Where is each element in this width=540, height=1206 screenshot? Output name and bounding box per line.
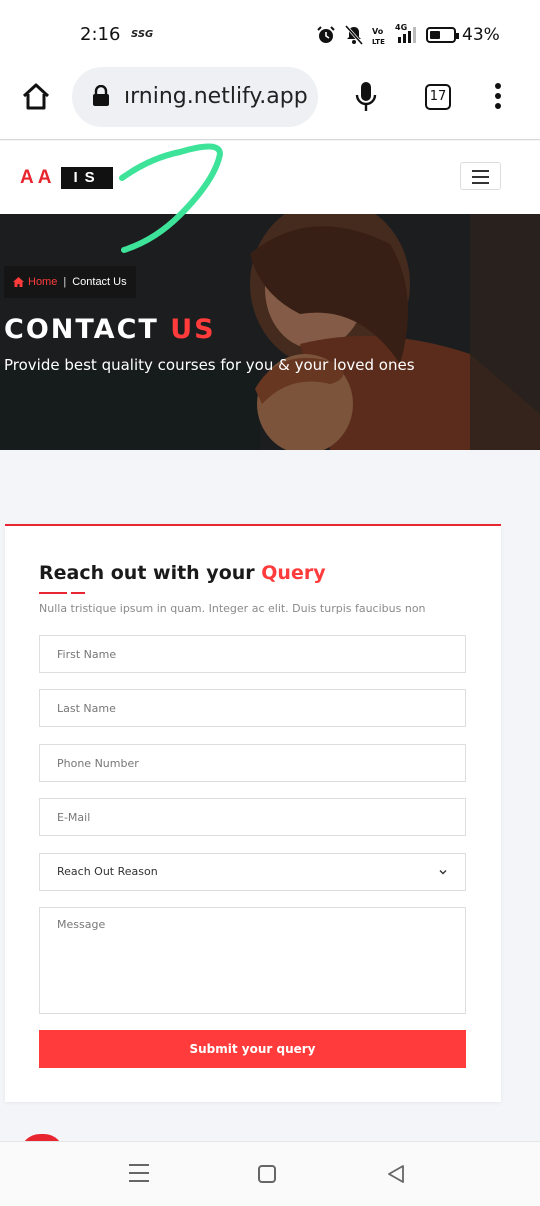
site-logo[interactable]: AA IS: [20, 167, 114, 189]
status-bar: 2:16 SSG Vo LTE 4G 43%: [0, 0, 540, 66]
carrier-tag: SSG: [131, 29, 154, 40]
phone-input[interactable]: [57, 745, 448, 781]
message-textarea[interactable]: Message: [39, 907, 466, 1014]
last-name-field[interactable]: [39, 689, 466, 727]
url-text: ırning.netlify.app: [124, 84, 308, 109]
breadcrumb-current: Contact Us: [72, 276, 127, 288]
breadcrumb-separator: |: [63, 276, 67, 288]
breadcrumb-home-label: Home: [28, 276, 58, 288]
microphone-icon[interactable]: [354, 81, 378, 113]
battery-icon: [426, 27, 459, 43]
recents-icon[interactable]: [129, 1164, 149, 1184]
status-icons: Vo LTE 4G: [316, 23, 459, 46]
page-subtitle: Provide best quality courses for you & y…: [4, 356, 415, 374]
logo-is: IS: [61, 167, 114, 189]
back-icon[interactable]: [386, 1164, 406, 1184]
page-title-main: CONTACT: [4, 314, 159, 345]
svg-text:LTE: LTE: [372, 38, 385, 45]
breadcrumb: Home | Contact Us: [4, 266, 136, 298]
signal-icon: 4G: [395, 23, 417, 45]
browser-toolbar: ırning.netlify.app 17: [0, 66, 540, 140]
system-nav-bar: [0, 1141, 540, 1206]
home-icon[interactable]: [20, 81, 52, 113]
logo-aa: AA: [20, 167, 56, 188]
email-input[interactable]: [57, 799, 448, 835]
message-placeholder: Message: [57, 918, 106, 931]
address-bar[interactable]: ırning.netlify.app: [72, 67, 318, 127]
first-name-input[interactable]: [57, 636, 448, 672]
breadcrumb-home[interactable]: Home: [13, 276, 57, 288]
submit-button[interactable]: Submit your query: [39, 1030, 466, 1068]
reason-select-value: Reach Out Reason: [57, 865, 158, 878]
email-field[interactable]: [39, 798, 466, 836]
mute-bell-icon: [345, 25, 363, 45]
form-title: Reach out with your Query: [39, 562, 326, 584]
battery-percent: 43%: [462, 25, 500, 45]
form-title-accent: Query: [261, 562, 326, 584]
hamburger-icon[interactable]: [460, 162, 501, 190]
form-title-main: Reach out with your: [39, 562, 255, 584]
phone-field[interactable]: [39, 744, 466, 782]
status-time: 2:16: [80, 24, 121, 45]
nav-home-icon[interactable]: [258, 1165, 276, 1183]
alarm-icon: [317, 26, 335, 43]
volte-icon: Vo LTE: [372, 27, 385, 45]
more-vert-icon[interactable]: [492, 83, 504, 111]
home-icon: [13, 277, 24, 287]
hero-banner: Home | Contact Us CONTACT US Provide bes…: [0, 214, 540, 450]
first-name-field[interactable]: [39, 635, 466, 673]
page-title-accent: US: [170, 314, 216, 345]
network-label: 4G: [395, 23, 408, 32]
last-name-input[interactable]: [57, 690, 448, 726]
reason-select[interactable]: Reach Out Reason: [39, 853, 466, 891]
contact-form-card: Reach out with your Query Nulla tristiqu…: [5, 524, 501, 1102]
site-header: AA IS: [0, 141, 540, 214]
page-title: CONTACT US: [4, 314, 216, 345]
title-underline: [39, 592, 85, 594]
chevron-down-icon: [439, 870, 447, 875]
tab-switcher-button[interactable]: 17: [425, 84, 451, 110]
svg-text:Vo: Vo: [372, 27, 384, 36]
lock-icon: [93, 85, 109, 106]
form-description: Nulla tristique ipsum in quam. Integer a…: [39, 602, 426, 615]
annotation-stroke: [119, 143, 223, 253]
